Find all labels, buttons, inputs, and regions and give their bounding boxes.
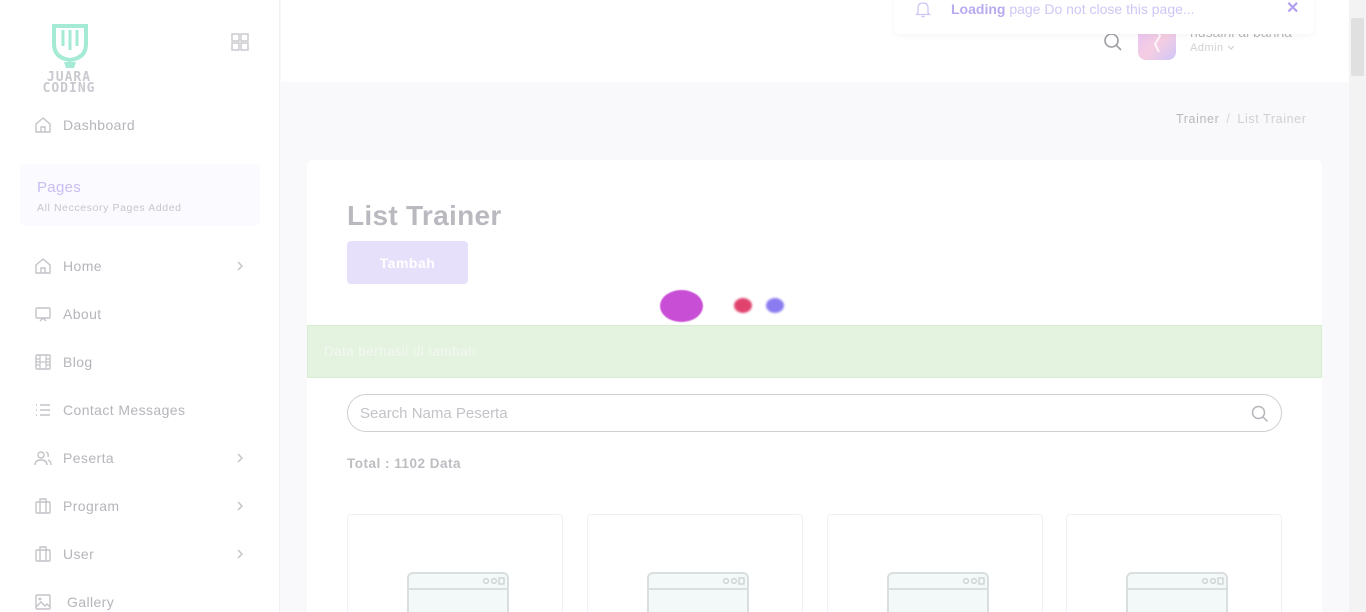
add-button[interactable]: Tambah (347, 241, 468, 284)
pages-subtitle: All Neccesory Pages Added (37, 202, 182, 214)
chevron-right-icon (237, 453, 244, 463)
trainer-card[interactable] (1066, 514, 1282, 612)
chevron-right-icon (237, 549, 244, 559)
close-icon[interactable]: ✕ (1286, 0, 1299, 18)
image-icon (35, 594, 51, 610)
sidebar-item-label: Dashboard (63, 117, 136, 133)
briefcase-icon (35, 546, 51, 562)
film-icon (35, 354, 51, 370)
sidebar-item-label: About (63, 306, 102, 322)
sidebar-item-contact-messages[interactable]: Contact Messages (34, 398, 254, 422)
chevron-right-icon (237, 261, 244, 271)
sidebar-item-label: Home (63, 258, 102, 274)
home-icon (35, 258, 51, 274)
alert-message: Data berhasil di tambah (324, 344, 476, 359)
browser-placeholder-icon (1126, 572, 1228, 612)
breadcrumb-current: List Trainer (1237, 112, 1307, 126)
loader-dot-red (734, 298, 752, 313)
sidebar-item-blog[interactable]: Blog (34, 350, 254, 374)
sidebar-item-peserta[interactable]: Peserta (34, 446, 254, 470)
sidebar-item-about[interactable]: About (34, 302, 254, 326)
users-icon (34, 451, 52, 466)
pages-title: Pages (37, 179, 82, 196)
trainer-card[interactable] (347, 514, 563, 612)
briefcase-icon (35, 498, 51, 514)
loading-toast: Loading page Do not close this page... ✕ (894, 0, 1314, 34)
sidebar-item-label: Contact Messages (63, 402, 186, 418)
sidebar-item-label: Peserta (63, 450, 115, 466)
breadcrumb: Trainer / List Trainer (1176, 112, 1306, 126)
bell-icon (914, 2, 932, 18)
trainer-card[interactable] (587, 514, 803, 612)
page-title: List Trainer (347, 200, 502, 231)
search-bar (347, 394, 1282, 432)
toast-message: Loading page Do not close this page... (951, 1, 1195, 17)
sidebar-item-label: User (63, 546, 95, 562)
sidebar-item-user[interactable]: User (34, 542, 254, 566)
sidebar-item-label: Program (63, 498, 120, 514)
pages-section-header: Pages All Neccesory Pages Added (20, 164, 260, 226)
logo-text-line2: CODING (42, 81, 96, 96)
sidebar-item-dashboard[interactable]: Dashboard (34, 113, 254, 137)
chevron-down-icon (1227, 45, 1235, 50)
grid-menu-icon[interactable] (230, 32, 250, 52)
loader-dot-blue (766, 298, 784, 313)
search-input[interactable] (360, 403, 1240, 423)
monitor-icon (35, 307, 51, 322)
sidebar-item-home[interactable]: Home (34, 254, 254, 278)
sidebar-item-label: Gallery (67, 594, 115, 610)
sidebar-item-program[interactable]: Program (34, 494, 254, 518)
home-icon (35, 117, 51, 133)
sidebar-item-gallery[interactable]: Gallery (34, 590, 254, 612)
trainer-card[interactable] (827, 514, 1043, 612)
user-role[interactable]: Admin (1190, 42, 1235, 54)
search-icon[interactable] (1102, 31, 1124, 53)
browser-placeholder-icon (887, 572, 989, 612)
sidebar-item-label: Blog (63, 354, 93, 370)
success-alert: Data berhasil di tambah (307, 325, 1322, 378)
browser-placeholder-icon (407, 572, 509, 612)
scrollbar-track[interactable] (1349, 0, 1366, 612)
toast-bold: Loading (951, 1, 1006, 17)
loader-dot-large (660, 290, 703, 322)
breadcrumb-trainer[interactable]: Trainer (1176, 112, 1219, 126)
search-icon[interactable] (1250, 404, 1270, 424)
user-role-label: Admin (1190, 42, 1224, 54)
scrollbar-thumb[interactable] (1351, 18, 1364, 76)
list-icon (36, 404, 50, 416)
breadcrumb-separator: / (1226, 112, 1231, 126)
total-count: Total : 1102 Data (347, 456, 462, 471)
chevron-right-icon (237, 501, 244, 511)
toast-text: page Do not close this page... (1005, 1, 1195, 17)
sidebar: JUARA CODING Dashboard Pages All Necceso… (0, 0, 280, 612)
browser-placeholder-icon (647, 572, 749, 612)
